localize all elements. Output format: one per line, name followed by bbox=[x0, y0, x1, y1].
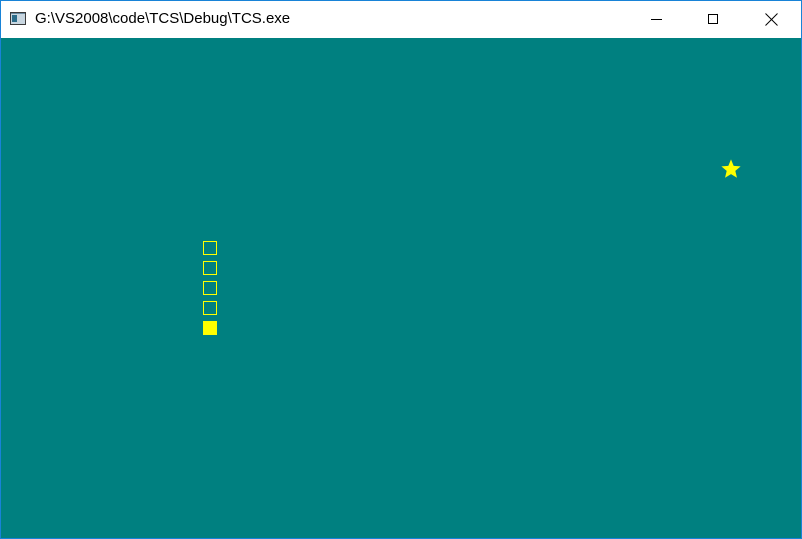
maximize-icon bbox=[708, 14, 718, 24]
maximize-button[interactable] bbox=[685, 1, 743, 38]
snake-body-segment bbox=[203, 261, 217, 275]
game-board[interactable] bbox=[1, 38, 801, 538]
window-title: G:\VS2008\code\TCS\Debug\TCS.exe bbox=[35, 10, 291, 27]
minimize-icon bbox=[651, 19, 662, 20]
snake-head bbox=[203, 321, 217, 335]
app-window: G:\VS2008\code\TCS\Debug\TCS.exe bbox=[0, 0, 802, 539]
snake-body-segment bbox=[203, 281, 217, 295]
snake-body-segment bbox=[203, 301, 217, 315]
close-button[interactable] bbox=[743, 1, 801, 38]
console-app-icon[interactable] bbox=[10, 12, 26, 25]
snake-body-segment bbox=[203, 241, 217, 255]
star-icon bbox=[721, 159, 741, 178]
minimize-button[interactable] bbox=[627, 1, 685, 38]
title-bar[interactable]: G:\VS2008\code\TCS\Debug\TCS.exe bbox=[1, 1, 801, 38]
close-icon bbox=[765, 13, 778, 26]
